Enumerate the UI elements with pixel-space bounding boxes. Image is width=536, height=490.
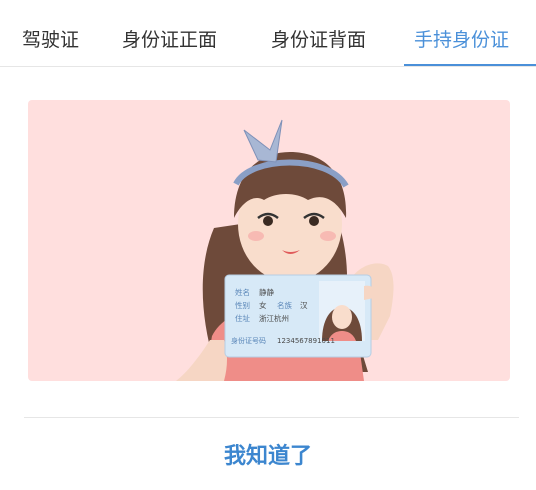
id-card-gender-value: 女 [259, 300, 267, 310]
id-card-ethnicity-label: 名族 [277, 300, 292, 310]
id-card-ethnicity-value: 汉 [300, 301, 308, 310]
id-card-number-label: 身份证号码 [231, 336, 266, 345]
tab-drivers-license[interactable]: 驾驶证 [22, 0, 79, 66]
id-card-name-label: 姓名 [235, 287, 250, 297]
id-card-number-value: 1234567891011 [277, 337, 335, 345]
id-card-gender-label: 性别 [235, 300, 250, 310]
id-card-address-label: 住址 [235, 313, 250, 323]
id-card-address-value: 浙江杭州 [259, 313, 289, 323]
divider [24, 417, 519, 418]
tab-bar: 驾驶证 身份证正面 身份证背面 手持身份证 [0, 0, 536, 67]
id-card: 姓名 静静 性别 女 名族 汉 住址 浙江杭州 身份证号码 1234567891… [224, 274, 372, 358]
tab-id-card-back[interactable]: 身份证背面 [271, 0, 366, 66]
left-arm [176, 340, 227, 381]
id-card-name-value: 静静 [259, 287, 274, 297]
tab-id-card-front[interactable]: 身份证正面 [122, 0, 217, 66]
handheld-id-illustration: 姓名 静静 性别 女 名族 汉 住址 浙江杭州 身份证号码 1234567891… [28, 100, 510, 381]
headband-bow [243, 119, 283, 163]
tab-handheld-id-card[interactable]: 手持身份证 [414, 0, 509, 66]
active-tab-indicator [404, 64, 536, 66]
got-it-button[interactable]: 我知道了 [0, 430, 536, 484]
